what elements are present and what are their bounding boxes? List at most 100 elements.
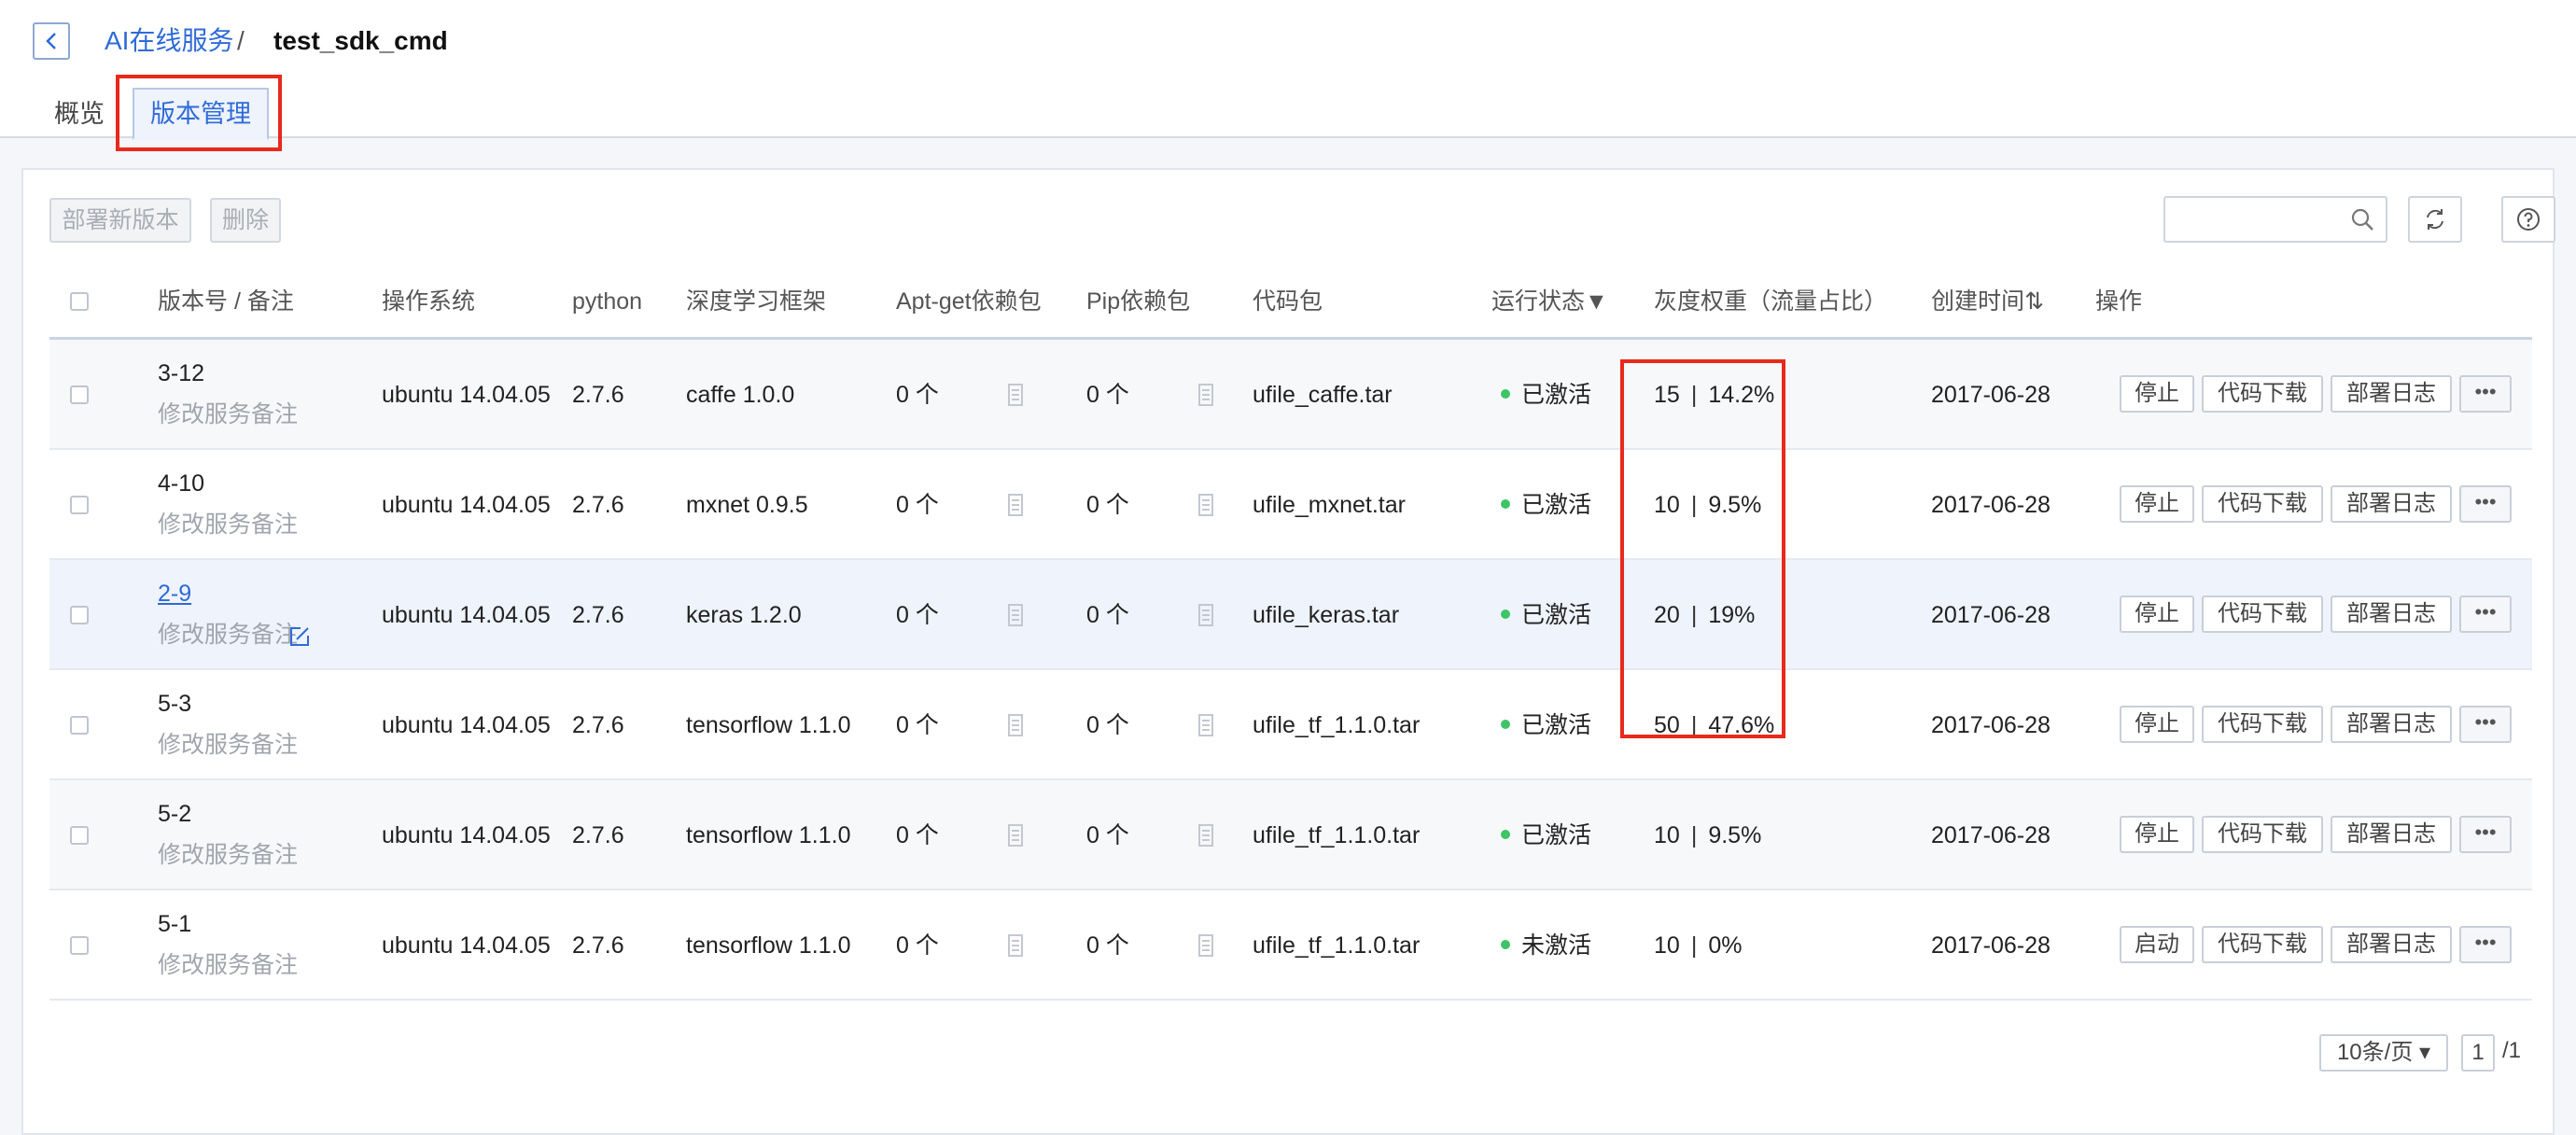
os-value: ubuntu 14.04.05 — [382, 712, 551, 738]
download-code-button[interactable]: 代码下载 — [2202, 816, 2323, 853]
download-code-button[interactable]: 代码下载 — [2202, 706, 2323, 743]
apt-count: 0 个 — [896, 492, 939, 518]
os-value: ubuntu 14.04.05 — [382, 602, 551, 628]
deploy-log-button[interactable]: 部署日志 — [2331, 485, 2452, 523]
deploy-log-button[interactable]: 部署日志 — [2331, 926, 2452, 963]
status-text: 已激活 — [1521, 382, 1592, 408]
apt-document-icon[interactable] — [1008, 933, 1023, 958]
stop-button[interactable]: 停止 — [2120, 375, 2194, 413]
apt-document-icon[interactable] — [1008, 383, 1023, 407]
pip-document-icon[interactable] — [1198, 823, 1213, 848]
pip-document-icon[interactable] — [1198, 713, 1213, 737]
pip-count: 0 个 — [1086, 932, 1129, 959]
edit-icon[interactable] — [288, 625, 311, 648]
delete-button[interactable]: 删除 — [210, 198, 281, 243]
weight-number: 10 — [1654, 492, 1680, 518]
deploy-new-version-button[interactable]: 部署新版本 — [49, 198, 191, 243]
status-indicator: 未激活 — [1501, 890, 1591, 1001]
more-actions-button[interactable]: ••• — [2459, 816, 2512, 853]
framework-value: mxnet 0.9.5 — [686, 492, 808, 518]
breadcrumb-separator: / — [237, 26, 245, 55]
back-button[interactable] — [33, 22, 70, 60]
row-checkbox[interactable] — [70, 496, 89, 514]
header-code: 代码包 — [1253, 288, 1323, 315]
tab-version-management[interactable]: 版本管理 — [133, 88, 269, 140]
code-package: ufile_tf_1.1.0.tar — [1253, 932, 1421, 959]
weight-value: 10 | 9.5% — [1654, 450, 1761, 560]
traffic-ratio: 14.2% — [1708, 382, 1775, 408]
help-button[interactable] — [2501, 196, 2555, 243]
framework-value: keras 1.2.0 — [686, 602, 802, 628]
weight-separator: | — [1690, 382, 1698, 408]
pip-count: 0 个 — [1086, 712, 1129, 738]
stop-button[interactable]: 停止 — [2120, 485, 2194, 523]
header-created-sort[interactable]: 创建时间⇅ — [1931, 263, 2044, 340]
header-status-filter[interactable]: 运行状态▼ — [1491, 263, 1608, 340]
weight-separator: | — [1690, 492, 1698, 518]
page-size-select[interactable]: 10条/页 ▾ — [2319, 1034, 2448, 1072]
status-dot — [1501, 389, 1510, 399]
weight-number: 20 — [1654, 602, 1680, 628]
status-indicator: 已激活 — [1501, 780, 1591, 890]
status-dot — [1501, 499, 1510, 510]
pip-count: 0 个 — [1086, 822, 1129, 848]
version-number-link[interactable]: 2-9 — [158, 581, 191, 608]
select-all-checkbox[interactable] — [70, 292, 89, 311]
table-row: 4-10 修改服务备注 ubuntu 14.04.05 2.7.6 mxnet … — [49, 450, 2532, 560]
download-code-button[interactable]: 代码下载 — [2202, 926, 2323, 963]
framework-value: tensorflow 1.1.0 — [686, 932, 851, 959]
deploy-log-button[interactable]: 部署日志 — [2331, 706, 2452, 743]
apt-document-icon[interactable] — [1008, 493, 1023, 517]
download-code-button[interactable]: 代码下载 — [2202, 596, 2323, 633]
weight-value: 20 | 19% — [1654, 560, 1755, 670]
search-icon[interactable] — [2350, 207, 2374, 231]
more-actions-button[interactable]: ••• — [2459, 926, 2512, 963]
stop-button[interactable]: 停止 — [2120, 706, 2194, 743]
breadcrumb-parent-link[interactable]: AI在线服务 — [105, 24, 233, 58]
version-table: 版本号 / 备注 操作系统 python 深度学习框架 Apt-get依赖包 P… — [49, 263, 2532, 1001]
stop-button[interactable]: 停止 — [2120, 816, 2194, 853]
refresh-button[interactable] — [2408, 196, 2462, 243]
row-checkbox[interactable] — [70, 716, 89, 735]
table-row: 5-2 修改服务备注 ubuntu 14.04.05 2.7.6 tensorf… — [49, 780, 2532, 890]
status-dot — [1501, 720, 1510, 730]
row-checkbox[interactable] — [70, 936, 89, 955]
deploy-log-button[interactable]: 部署日志 — [2331, 816, 2452, 853]
row-checkbox[interactable] — [70, 826, 89, 845]
row-checkbox[interactable] — [70, 606, 89, 624]
more-actions-button[interactable]: ••• — [2459, 375, 2512, 413]
back-icon — [46, 33, 56, 49]
more-actions-button[interactable]: ••• — [2459, 706, 2512, 743]
version-number: 5-2 — [158, 801, 192, 827]
apt-document-icon[interactable] — [1008, 603, 1023, 627]
apt-document-icon[interactable] — [1008, 713, 1023, 737]
header-pip: Pip依赖包 — [1086, 288, 1191, 315]
table-row: 5-3 修改服务备注 ubuntu 14.04.05 2.7.6 tensorf… — [49, 670, 2532, 780]
python-value: 2.7.6 — [572, 602, 624, 628]
deploy-log-button[interactable]: 部署日志 — [2331, 596, 2452, 633]
os-value: ubuntu 14.04.05 — [382, 382, 551, 408]
pip-document-icon[interactable] — [1198, 603, 1213, 627]
code-package: ufile_tf_1.1.0.tar — [1253, 822, 1421, 848]
start-button[interactable]: 启动 — [2120, 926, 2194, 963]
apt-count: 0 个 — [896, 382, 939, 408]
created-date: 2017-06-28 — [1931, 932, 2051, 959]
framework-value: tensorflow 1.1.0 — [686, 822, 851, 848]
pip-document-icon[interactable] — [1198, 383, 1213, 407]
pip-document-icon[interactable] — [1198, 493, 1213, 517]
more-actions-button[interactable]: ••• — [2459, 485, 2512, 523]
pip-document-icon[interactable] — [1198, 933, 1213, 958]
apt-document-icon[interactable] — [1008, 823, 1023, 848]
download-code-button[interactable]: 代码下载 — [2202, 485, 2323, 523]
download-code-button[interactable]: 代码下载 — [2202, 375, 2323, 413]
row-checkbox[interactable] — [70, 385, 89, 404]
weight-number: 10 — [1654, 932, 1680, 959]
weight-number: 50 — [1654, 712, 1680, 738]
tab-overview[interactable]: 概览 — [54, 90, 105, 138]
deploy-log-button[interactable]: 部署日志 — [2331, 375, 2452, 413]
more-actions-button[interactable]: ••• — [2459, 596, 2512, 633]
search-box[interactable] — [2163, 196, 2387, 243]
status-text: 已激活 — [1521, 492, 1592, 518]
page-number-input[interactable]: 1 — [2461, 1034, 2495, 1072]
stop-button[interactable]: 停止 — [2120, 596, 2194, 633]
